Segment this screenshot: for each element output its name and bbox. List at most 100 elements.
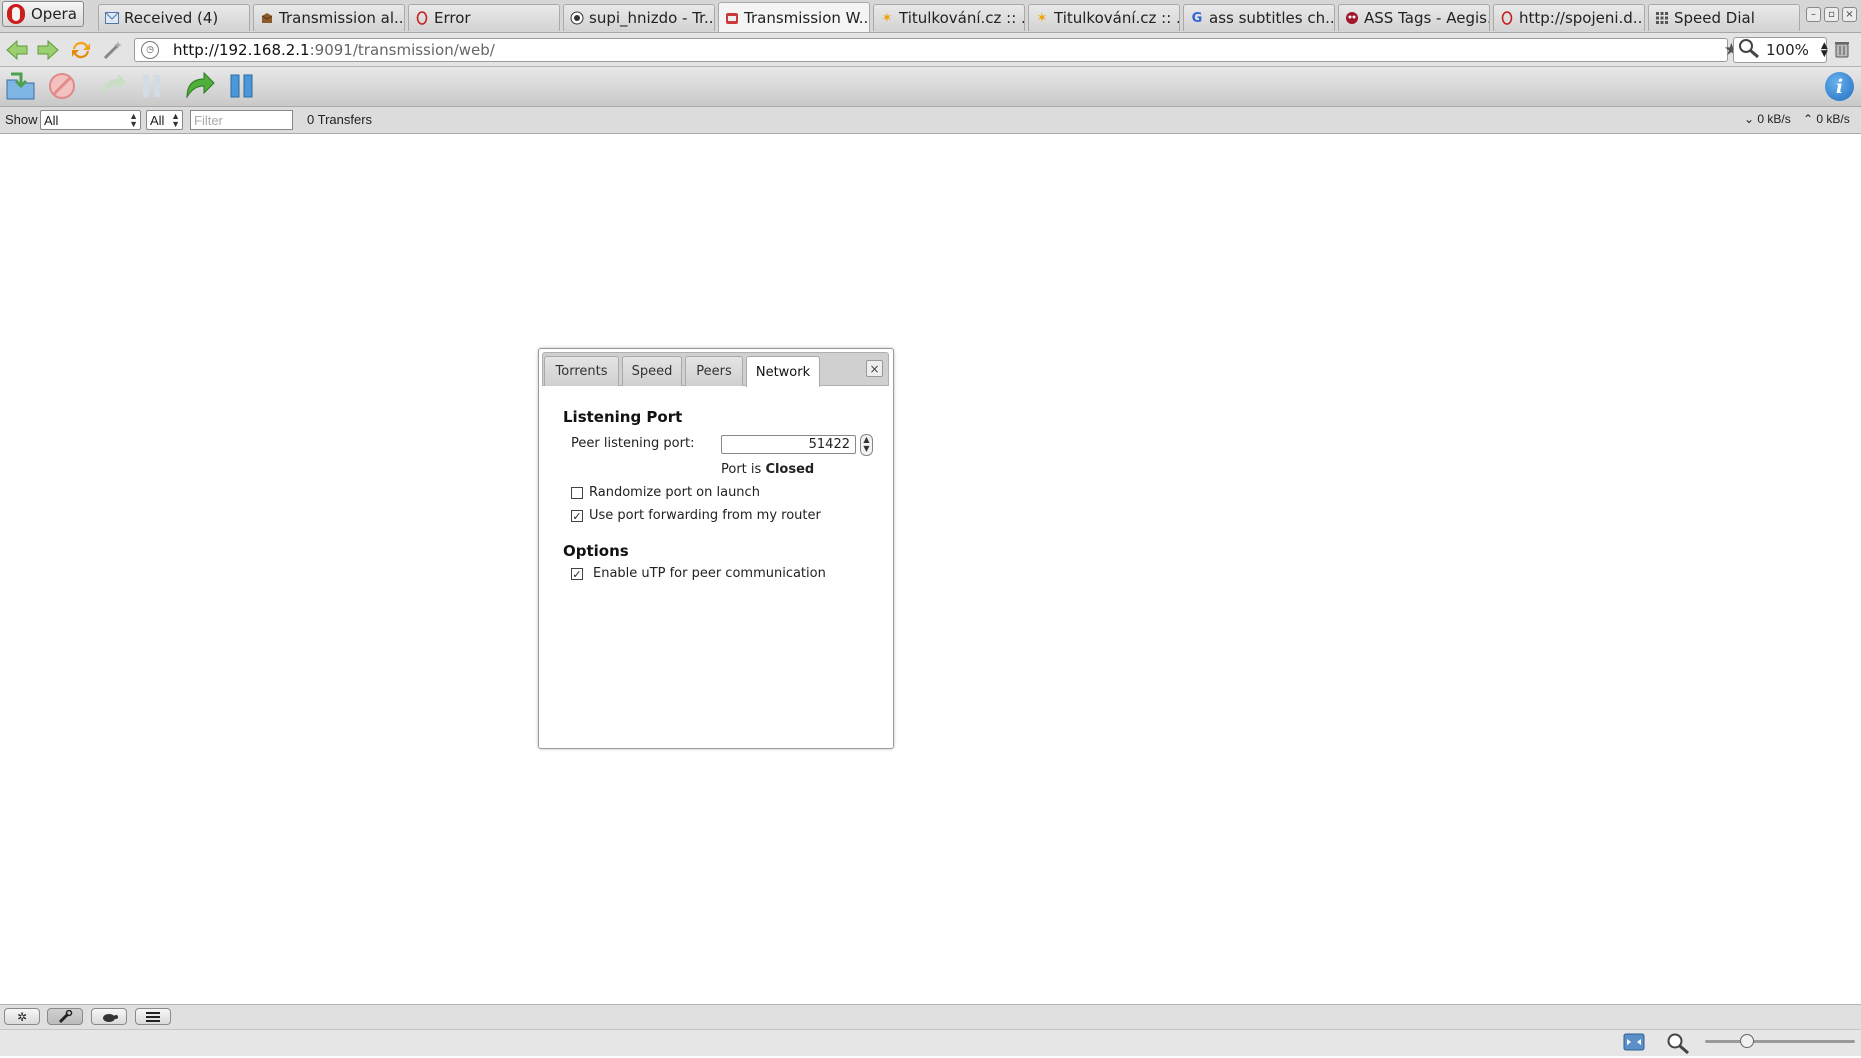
zoom-slider-thumb[interactable] (1740, 1034, 1754, 1048)
pause-all-icon[interactable] (225, 70, 259, 102)
view-toggle-icon[interactable] (1623, 1032, 1645, 1052)
browser-tab-label: Titulkování.cz :: ... (1054, 9, 1180, 27)
browser-tab[interactable]: http://spojeni.d... (1493, 4, 1645, 31)
tab-peers[interactable]: Peers (685, 356, 743, 386)
resume-all-icon[interactable] (183, 70, 217, 102)
browser-tab-label: supi_hnizdo - Tr... (589, 9, 715, 27)
browser-tab[interactable]: ✶ Titulkování.cz :: ... (873, 4, 1025, 31)
star-burst-icon: ✶ (1036, 10, 1048, 26)
browser-tab-active[interactable]: Transmission W... (718, 2, 870, 32)
tab-speed[interactable]: Speed (622, 356, 682, 386)
port-status: Port is Closed (721, 462, 814, 477)
tab-torrents[interactable]: Torrents (544, 356, 619, 386)
close-window-icon[interactable]: × (1842, 7, 1857, 22)
browser-tab[interactable]: Error (408, 4, 560, 31)
port-status-prefix: Port is (721, 462, 762, 477)
settings-gear-icon[interactable]: ✲ (4, 1008, 40, 1025)
wand-icon[interactable] (100, 37, 126, 63)
transmission-toolbar (0, 67, 1861, 107)
up-arrow-icon: ⌃ (1803, 112, 1814, 126)
status-filter-select[interactable]: All ▲ ▼ (40, 110, 141, 130)
zoom-spinner-icon[interactable]: ▲ ▼ (1821, 42, 1828, 59)
restore-icon[interactable]: ▫ (1824, 7, 1839, 22)
opera-menu-label: Opera (31, 5, 77, 23)
open-torrent-folder-icon[interactable] (4, 70, 38, 102)
remove-torrent-icon[interactable] (45, 70, 79, 102)
transmission-icon (725, 11, 739, 25)
randomize-port-label: Randomize port on launch (589, 485, 760, 500)
tools-wrench-icon[interactable] (47, 1008, 83, 1025)
transfers-count: 0 Transfers (307, 112, 373, 127)
filter-input[interactable]: Filter (190, 110, 293, 130)
url-field[interactable]: ◷ http://192.168.2.1:9091/transmission/w… (134, 38, 1728, 62)
star-burst-icon: ✶ (881, 10, 893, 26)
site-info-icon[interactable]: ◷ (141, 41, 159, 59)
browser-tab[interactable]: Transmission al... (253, 4, 405, 31)
select-arrows-icon: ▲ ▼ (171, 111, 180, 129)
reload-icon[interactable] (68, 37, 94, 63)
opera-logo-icon (7, 4, 25, 24)
browser-tab[interactable]: supi_hnizdo - Tr... (563, 4, 715, 31)
tracker-filter-select[interactable]: All ▲ ▼ (146, 110, 183, 130)
randomize-port-checkbox[interactable] (571, 487, 583, 499)
mail-icon (105, 11, 119, 25)
browser-tab-label: Received (4) (124, 9, 219, 27)
opera-menu-button[interactable]: Opera (2, 1, 84, 27)
close-dialog-icon[interactable]: × (866, 360, 883, 377)
zoom-control[interactable]: 100% ▲ ▼ (1733, 37, 1828, 63)
google-icon: G (1191, 10, 1203, 26)
status-filter-value: All (44, 112, 59, 128)
panel-list-icon[interactable] (135, 1008, 171, 1025)
opera-page-icon (1500, 11, 1514, 25)
download-speed: ⌄ 0 kB/s (1744, 112, 1791, 126)
resume-torrent-icon[interactable] (96, 70, 130, 102)
info-icon[interactable]: i (1825, 72, 1854, 101)
options-heading: Options (563, 542, 629, 560)
tab-network[interactable]: Network (746, 356, 820, 387)
browser-tab[interactable]: ✶ Titulkování.cz :: ... (1028, 4, 1180, 31)
minimize-icon[interactable]: – (1806, 7, 1821, 22)
browser-tab-label: Error (434, 9, 471, 27)
browser-tab-label: ass subtitles ch... (1209, 9, 1335, 27)
eye-icon (570, 11, 584, 25)
upload-speed-value: 0 kB/s (1816, 112, 1850, 126)
listening-port-heading: Listening Port (563, 408, 683, 426)
browser-tab[interactable]: Received (4) (98, 4, 250, 31)
browser-tab[interactable]: G ass subtitles ch... (1183, 4, 1335, 31)
peer-port-label: Peer listening port: (571, 436, 695, 451)
back-arrow-icon[interactable] (4, 37, 30, 63)
url-host: http://192.168.2.1 (173, 41, 310, 59)
magnifier-icon (1738, 38, 1760, 62)
status-bar (0, 1029, 1861, 1056)
browser-tab-label: Transmission W... (744, 8, 870, 27)
utp-label: Enable uTP for peer communication (593, 566, 826, 581)
show-label: Show (5, 112, 38, 127)
port-status-value: Closed (765, 462, 815, 477)
down-arrow-icon: ⌄ (1744, 112, 1755, 126)
browser-tab-label: Titulkování.cz :: ... (899, 9, 1025, 27)
upload-speed: ⌃ 0 kB/s (1803, 112, 1850, 126)
zoom-magnifier-icon[interactable] (1666, 1032, 1690, 1055)
browser-tab[interactable]: ASS Tags - Aegis... (1338, 4, 1490, 31)
aegisub-icon (1345, 11, 1359, 25)
pause-torrent-icon[interactable] (135, 70, 169, 102)
port-spinner-icon[interactable]: ▲ ▼ (860, 434, 873, 456)
select-arrows-icon: ▲ ▼ (129, 111, 138, 129)
box-icon (260, 11, 274, 25)
turbo-turtle-icon[interactable] (91, 1008, 127, 1025)
zoom-slider-track[interactable] (1705, 1040, 1855, 1043)
forward-arrow-icon[interactable] (35, 37, 61, 63)
zoom-value: 100% (1766, 41, 1809, 59)
tracker-filter-value: All (150, 112, 165, 128)
opera-page-icon (415, 11, 429, 25)
trash-icon[interactable] (1834, 40, 1850, 58)
utp-checkbox[interactable]: ✓ (571, 568, 583, 580)
browser-tab-label: Transmission al... (279, 9, 405, 27)
port-forwarding-label: Use port forwarding from my router (589, 508, 821, 523)
download-speed-value: 0 kB/s (1757, 112, 1791, 126)
browser-tab[interactable]: Speed Dial (1648, 4, 1800, 31)
peer-port-input[interactable]: 51422 (721, 435, 856, 454)
port-forwarding-checkbox[interactable]: ✓ (571, 510, 583, 522)
panel-toggle-bar (0, 1004, 1861, 1029)
browser-tab-label: ASS Tags - Aegis... (1364, 9, 1490, 27)
